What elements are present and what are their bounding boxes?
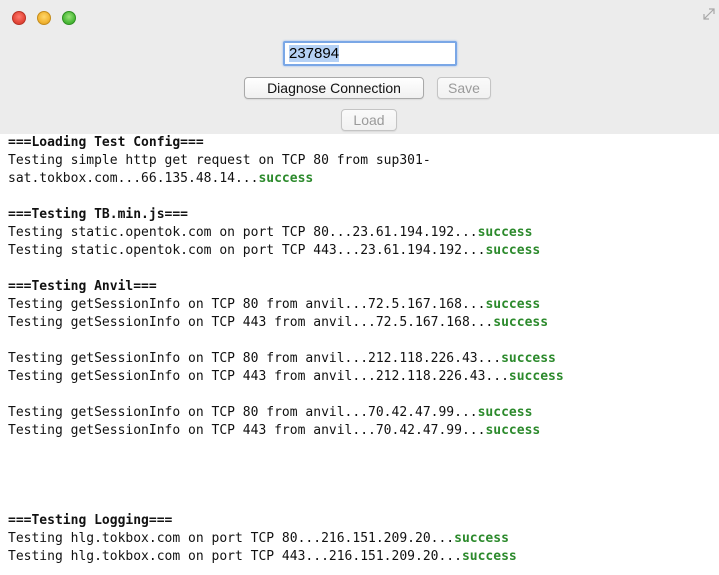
close-window-button[interactable] <box>12 11 26 25</box>
log-line: Testing hlg.tokbox.com on port TCP 80...… <box>8 530 509 548</box>
status-success: success <box>477 225 533 240</box>
save-button[interactable]: Save <box>437 77 491 99</box>
status-success: success <box>454 531 509 546</box>
log-line: Testing static.opentok.com on port TCP 4… <box>8 242 540 260</box>
log-text: Testing getSessionInfo on TCP 443 from a… <box>8 369 509 384</box>
log-header-anvil: ===Testing Anvil=== <box>8 279 157 294</box>
log-line: Testing getSessionInfo on TCP 443 from a… <box>8 314 548 332</box>
session-id-value: 237894 <box>289 45 340 62</box>
diagnose-connection-button[interactable]: Diagnose Connection <box>244 77 424 99</box>
session-id-input[interactable]: 237894 <box>283 41 457 66</box>
log-text: Testing getSessionInfo on TCP 443 from a… <box>8 315 494 330</box>
status-success: success <box>508 369 564 384</box>
status-success: success <box>258 171 314 186</box>
log-text: Testing getSessionInfo on TCP 80 from an… <box>8 297 486 312</box>
log-line: Testing getSessionInfo on TCP 443 from a… <box>8 368 564 386</box>
status-success: success <box>485 297 541 312</box>
zoom-window-button[interactable] <box>62 11 76 25</box>
log-text: Testing hlg.tokbox.com on port TCP 80...… <box>8 531 455 546</box>
log-text: Testing static.opentok.com on port TCP 4… <box>8 243 486 258</box>
load-button[interactable]: Load <box>341 109 397 131</box>
status-success: success <box>493 315 549 330</box>
diagnostic-log: ===Loading Test Config=== Testing simple… <box>0 134 719 575</box>
log-line: Testing getSessionInfo on TCP 80 from an… <box>8 296 540 314</box>
status-success: success <box>485 423 541 438</box>
log-line: Testing getSessionInfo on TCP 80 from an… <box>8 350 556 368</box>
log-line: Testing getSessionInfo on TCP 443 from a… <box>8 422 540 440</box>
fullscreen-icon[interactable] <box>703 8 715 20</box>
log-header-logging: ===Testing Logging=== <box>8 513 173 528</box>
log-text: Testing static.opentok.com on port TCP 8… <box>8 225 478 240</box>
minimize-window-button[interactable] <box>37 11 51 25</box>
status-success: success <box>477 405 533 420</box>
status-success: success <box>485 243 541 258</box>
app-window: 237894 Diagnose Connection Save Load ===… <box>0 0 719 575</box>
log-line: sat.tokbox.com...66.135.48.14...success <box>8 170 313 188</box>
log-line: Testing getSessionInfo on TCP 80 from an… <box>8 404 532 422</box>
log-line: Testing static.opentok.com on port TCP 8… <box>8 224 532 242</box>
log-text: Testing getSessionInfo on TCP 80 from an… <box>8 351 502 366</box>
log-header-loading: ===Loading Test Config=== <box>8 135 204 150</box>
log-header-tb: ===Testing TB.min.js=== <box>8 207 189 222</box>
log-text: Testing getSessionInfo on TCP 443 from a… <box>8 423 486 438</box>
log-text: Testing getSessionInfo on TCP 80 from an… <box>8 405 478 420</box>
status-success: success <box>501 351 556 366</box>
log-text: sat.tokbox.com...66.135.48.14... <box>8 171 259 186</box>
title-bar <box>0 0 719 38</box>
status-success: success <box>461 549 517 564</box>
log-line: Testing simple http get request on TCP 8… <box>8 153 431 168</box>
log-line: Testing hlg.tokbox.com on port TCP 443..… <box>8 548 517 566</box>
log-text: Testing hlg.tokbox.com on port TCP 443..… <box>8 549 462 564</box>
